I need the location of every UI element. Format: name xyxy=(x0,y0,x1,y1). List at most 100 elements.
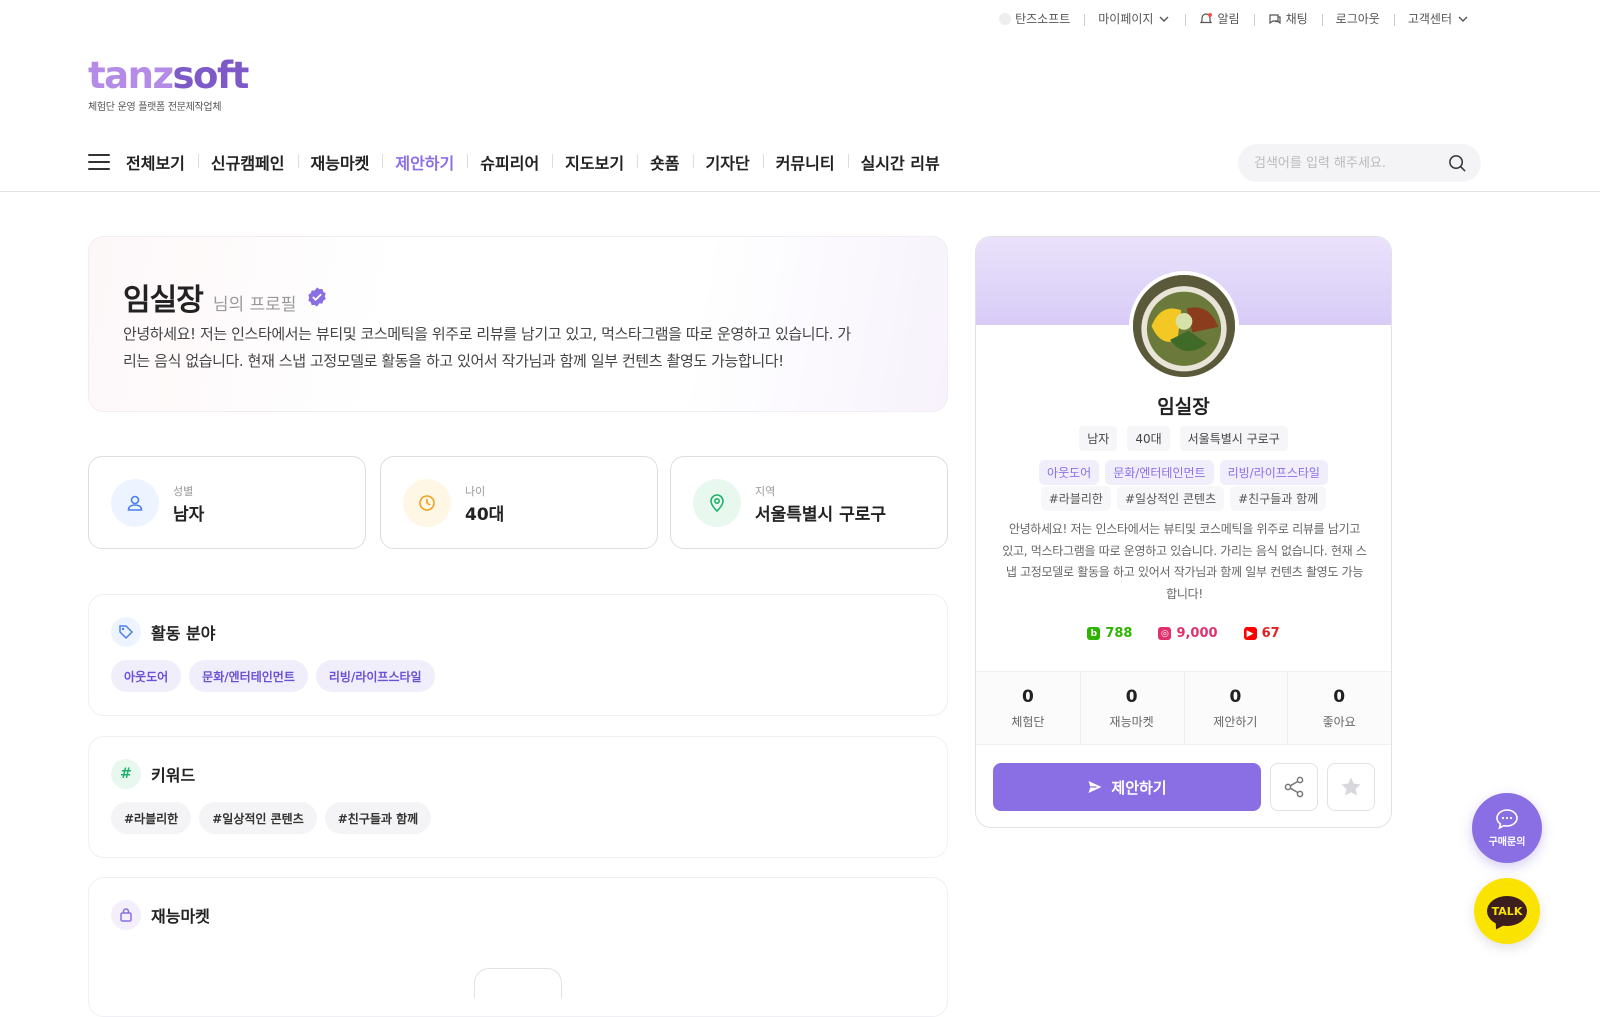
star-icon xyxy=(1341,777,1361,796)
keyword-chip: #라블리한 xyxy=(111,802,192,834)
nav-propose[interactable]: 제안하기 xyxy=(382,150,467,174)
hash-icon: # xyxy=(111,759,141,789)
logo-tagline: 체험단 운영 플랫폼 전문제작업체 xyxy=(88,102,222,113)
activity-chips: 아웃도어 문화/엔터테인먼트 리빙/라이프스타일 xyxy=(111,660,435,692)
header-divider xyxy=(0,191,1600,192)
keyword-chip: #친구들과 함께 xyxy=(324,802,432,834)
profile-stats: 0 체험단 0 재능마켓 0 제안하기 0 좋아요 xyxy=(976,671,1391,745)
menu-icon[interactable] xyxy=(88,154,110,170)
info-value: 남자 xyxy=(173,505,205,525)
category-tag: 리빙/라이프스타일 xyxy=(1219,460,1328,485)
util-company[interactable]: 탄즈소프트 xyxy=(985,10,1084,27)
sns-youtube[interactable]: ▶ 67 xyxy=(1243,626,1280,641)
section-title: 활동 분야 xyxy=(111,617,215,647)
nav-reporters[interactable]: 기자단 xyxy=(692,150,763,174)
category-chip: 아웃도어 xyxy=(111,660,182,692)
nav-map[interactable]: 지도보기 xyxy=(552,150,637,174)
company-logo-icon xyxy=(999,12,1012,25)
site-logo[interactable]: tanzsoft 체험단 운영 플랫폼 전문제작업체 xyxy=(88,54,249,114)
category-tag: 문화/엔터테인먼트 xyxy=(1105,460,1214,485)
main-nav: 전체보기 신규캠페인 재능마켓 제안하기 슈피리어 지도보기 숏폼 기자단 커뮤… xyxy=(88,150,953,174)
search-input[interactable] xyxy=(1254,155,1444,171)
info-card-age: 나이 40대 xyxy=(380,456,658,549)
send-icon xyxy=(1088,781,1102,793)
info-value: 서울특별시 구로구 xyxy=(755,505,887,525)
nav-shortform[interactable]: 숏폼 xyxy=(637,150,692,174)
section-title: 재능마켓 xyxy=(111,900,210,930)
meta-age: 40대 xyxy=(1127,426,1170,451)
instagram-icon: ◎ xyxy=(1158,627,1172,640)
side-category-tags: 아웃도어 문화/엔터테인먼트 리빙/라이프스타일 xyxy=(976,460,1391,485)
info-label: 나이 xyxy=(465,485,486,498)
propose-button[interactable]: 제안하기 xyxy=(993,763,1261,811)
info-card-gender: 성별 남자 xyxy=(88,456,366,549)
user-icon xyxy=(111,479,159,527)
side-profile-bio: 안녕하세요! 저는 인스타에서는 뷰티및 코스메틱을 위주로 리뷰를 남기고 있… xyxy=(1002,522,1367,601)
verified-badge-icon xyxy=(308,287,327,307)
search-icon[interactable] xyxy=(1448,154,1467,173)
search-box xyxy=(1238,144,1481,182)
sns-blog[interactable]: b 788 xyxy=(1087,626,1132,641)
bag-icon xyxy=(111,900,141,930)
stat-talent-market: 0 재능마켓 xyxy=(1079,672,1184,744)
profile-name: 임실장 xyxy=(123,283,204,318)
util-notifications[interactable]: 알림 xyxy=(1185,10,1253,27)
load-more-tab[interactable] xyxy=(474,968,562,998)
nav-new-campaign[interactable]: 신규캠페인 xyxy=(197,150,298,174)
category-chip: 문화/엔터테인먼트 xyxy=(189,660,308,692)
chevron-down-icon xyxy=(1458,16,1468,22)
category-chip: 리빙/라이프스타일 xyxy=(315,660,435,692)
chat-icon xyxy=(1268,13,1281,24)
avatar xyxy=(1129,271,1239,381)
side-profile-meta: 남자 40대 서울특별시 구로구 xyxy=(976,426,1391,451)
nav-talent-market[interactable]: 재능마켓 xyxy=(297,150,383,174)
util-logout[interactable]: 로그아웃 xyxy=(1321,10,1394,27)
keyword-tag: #친구들과 함께 xyxy=(1230,486,1327,511)
favorite-button[interactable] xyxy=(1327,763,1375,811)
nav-live-review[interactable]: 실시간 리뷰 xyxy=(847,150,953,174)
util-mypage[interactable]: 마이페이지 xyxy=(1084,10,1185,27)
utility-nav: 탄즈소프트 마이페이지 알림 채팅 로그아웃 고객센터 xyxy=(985,10,1484,27)
stat-likes: 0 좋아요 xyxy=(1287,672,1391,744)
profile-bio: 안녕하세요! 저는 인스타에서는 뷰티및 코스메틱을 위주로 리뷰를 남기고 있… xyxy=(123,325,851,370)
info-card-region: 지역 서울특별시 구로구 xyxy=(670,456,948,549)
side-keyword-tags: #라블리한 #일상적인 콘텐츠 #친구들과 함께 xyxy=(976,486,1391,511)
keyword-chips: #라블리한 #일상적인 콘텐츠 #친구들과 함께 xyxy=(111,802,432,834)
sns-stats: b 788 ◎ 9,000 ▶ 67 xyxy=(976,626,1391,641)
side-profile-name: 임실장 xyxy=(1157,396,1210,418)
share-button[interactable] xyxy=(1270,763,1318,811)
nav-community[interactable]: 커뮤니티 xyxy=(762,150,848,174)
meta-region: 서울특별시 구로구 xyxy=(1179,426,1288,451)
info-value: 40대 xyxy=(465,505,505,525)
stat-proposals: 0 제안하기 xyxy=(1183,672,1288,744)
keyword-tag: #일상적인 콘텐츠 xyxy=(1116,486,1225,511)
section-title: # 키워드 xyxy=(111,759,195,789)
tag-icon xyxy=(111,617,141,647)
location-icon xyxy=(693,479,741,527)
chat-bubble-icon xyxy=(1496,809,1518,830)
profile-intro-card: 임실장 님의 프로필 안녕하세요! 저는 인스타에서는 뷰티및 코스메틱을 위주… xyxy=(88,236,948,412)
info-label: 지역 xyxy=(755,485,776,498)
util-chat[interactable]: 채팅 xyxy=(1253,10,1322,27)
profile-suffix: 님의 프로필 xyxy=(212,295,297,315)
inquiry-floating-button[interactable]: 구매문의 xyxy=(1472,793,1542,863)
profile-side-card: 임실장 남자 40대 서울특별시 구로구 아웃도어 문화/엔터테인먼트 리빙/라… xyxy=(975,236,1392,828)
keyword-tag: #라블리한 xyxy=(1040,486,1111,511)
section-keywords: # 키워드 #라블리한 #일상적인 콘텐츠 #친구들과 함께 xyxy=(88,736,948,858)
util-support[interactable]: 고객센터 xyxy=(1393,10,1484,27)
nav-all[interactable]: 전체보기 xyxy=(126,150,198,174)
clock-icon xyxy=(403,479,451,527)
nav-superior[interactable]: 슈피리어 xyxy=(467,150,552,174)
info-label: 성별 xyxy=(173,485,194,498)
section-activity: 활동 분야 아웃도어 문화/엔터테인먼트 리빙/라이프스타일 xyxy=(88,594,948,716)
kakao-talk-button[interactable]: TALK xyxy=(1474,878,1540,944)
kakao-talk-icon: TALK xyxy=(1487,896,1527,926)
bell-icon xyxy=(1200,12,1213,23)
sns-instagram[interactable]: ◎ 9,000 xyxy=(1158,626,1218,641)
share-icon xyxy=(1284,776,1304,798)
chevron-down-icon xyxy=(1159,16,1169,22)
stat-experience: 0 체험단 xyxy=(1011,687,1045,729)
category-tag: 아웃도어 xyxy=(1039,460,1100,485)
logo-wordmark: tanzsoft xyxy=(88,54,249,97)
youtube-icon: ▶ xyxy=(1243,627,1257,640)
